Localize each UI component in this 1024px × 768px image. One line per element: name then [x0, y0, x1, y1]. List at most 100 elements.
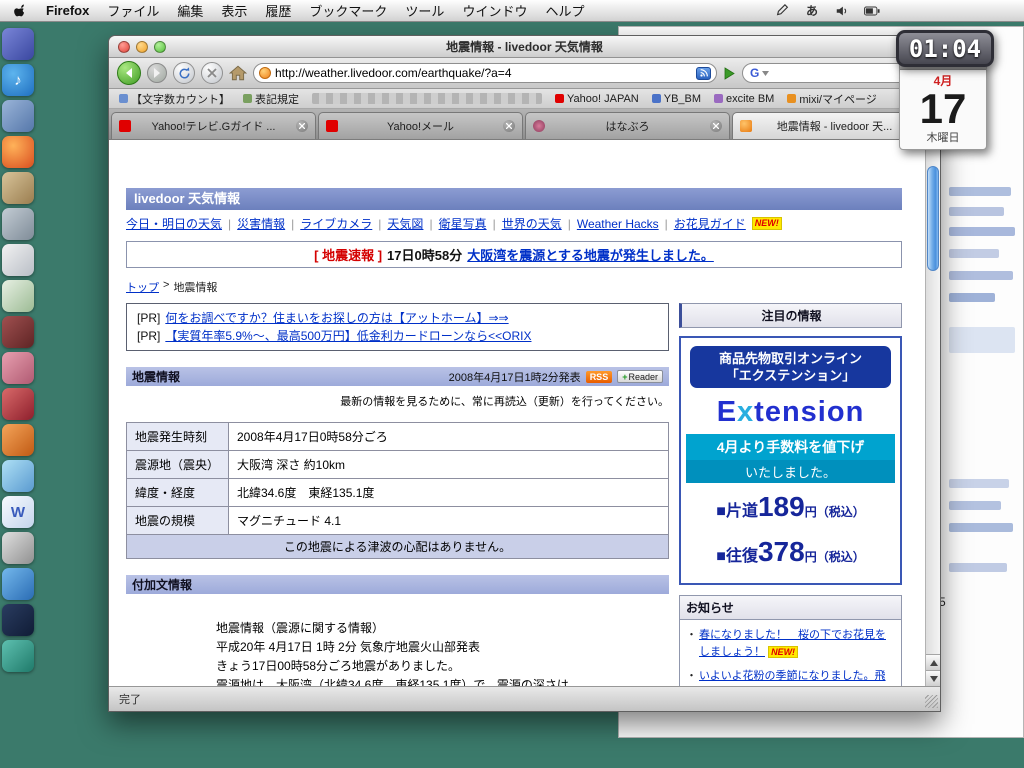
- pen-input-icon[interactable]: [774, 3, 790, 19]
- search-input[interactable]: [772, 66, 909, 80]
- back-button[interactable]: [117, 61, 141, 85]
- dock-icon-6[interactable]: [2, 208, 34, 240]
- featured-info-header: 注目の情報: [679, 303, 902, 328]
- ad-price-roundtrip: ■往復378円（税込）: [716, 536, 865, 567]
- dock-icon-5[interactable]: [2, 172, 34, 204]
- pr-link-orix[interactable]: 【実質年率5.9%〜、最高500万円】低金利カードローンなら<<ORIX: [165, 327, 531, 345]
- bookmark-item[interactable]: mixi/マイページ: [787, 91, 877, 107]
- zoom-window-button[interactable]: [154, 41, 166, 53]
- alert-link[interactable]: 大阪湾を震源とする地震が発生しました。: [467, 245, 714, 264]
- dock-icon-15[interactable]: [2, 532, 34, 564]
- scroll-down-button[interactable]: [926, 670, 940, 686]
- stop-button[interactable]: [201, 62, 223, 84]
- tab-close-button[interactable]: [710, 120, 722, 132]
- menu-file[interactable]: ファイル: [107, 1, 159, 20]
- apple-menu-icon[interactable]: [14, 3, 28, 18]
- bookmark-item[interactable]: Yahoo! JAPAN: [555, 93, 639, 105]
- menu-help[interactable]: ヘルプ: [545, 1, 584, 20]
- background-text-blur: [949, 523, 1013, 532]
- resize-grip[interactable]: [925, 695, 938, 708]
- window-titlebar[interactable]: 地震情報 - livedoor 天気情報: [109, 36, 940, 58]
- dock-icon-13[interactable]: [2, 460, 34, 492]
- background-text-blur: [949, 479, 1009, 488]
- menu-firefox[interactable]: Firefox: [46, 3, 89, 18]
- menu-view[interactable]: 表示: [221, 1, 247, 20]
- dock-icon-12[interactable]: [2, 424, 34, 456]
- close-window-button[interactable]: [118, 41, 130, 53]
- go-button[interactable]: [723, 66, 736, 80]
- ad-headline: 商品先物取引オンライン 「エクステンション」: [690, 346, 891, 388]
- tab-close-button[interactable]: [503, 120, 515, 132]
- ad-price-oneway: ■片道189円（税込）: [716, 491, 865, 522]
- battery-icon[interactable]: [864, 3, 880, 19]
- bookmark-item[interactable]: 表記規定: [243, 91, 299, 107]
- extension-logo: Extension: [716, 396, 865, 428]
- menu-tools[interactable]: ツール: [405, 1, 444, 20]
- navigation-toolbar: G: [109, 58, 940, 89]
- nav-link-hanami[interactable]: お花見ガイド: [674, 215, 746, 232]
- bookmark-item[interactable]: YB_BM: [651, 93, 701, 105]
- dock-icon-10[interactable]: [2, 352, 34, 384]
- nav-link-satellite[interactable]: 衛星写真: [439, 215, 487, 232]
- speaker-icon[interactable]: [834, 3, 850, 19]
- dock-icon-music[interactable]: ♪: [2, 64, 34, 96]
- menu-bookmarks[interactable]: ブックマーク: [309, 1, 387, 20]
- input-method-icon[interactable]: あ: [804, 3, 820, 19]
- forward-button[interactable]: [147, 63, 167, 83]
- rss-badge[interactable]: RSS: [585, 370, 613, 383]
- bookmark-item[interactable]: excite BM: [714, 93, 774, 105]
- extension-ad-banner[interactable]: 商品先物取引オンライン 「エクステンション」 Extension 4月より手数料…: [679, 336, 902, 585]
- home-button[interactable]: [229, 65, 247, 81]
- dock-icon-18[interactable]: [2, 640, 34, 672]
- notice-link-pollen[interactable]: いよいよ花粉の季節になりました。飛散情報で、万全の対策を！: [699, 668, 895, 686]
- bookmark-item[interactable]: 【文字数カウント】: [119, 91, 230, 107]
- background-text-blur: [949, 187, 1011, 196]
- paragraph-line: 平成20年 4月17日 1時 2分 気象庁地震火山部発表: [216, 640, 481, 654]
- menu-edit[interactable]: 編集: [177, 1, 203, 20]
- tab-close-button[interactable]: [296, 120, 308, 132]
- dock-icon-8[interactable]: [2, 280, 34, 312]
- dock-icon-7[interactable]: [2, 244, 34, 276]
- reload-button[interactable]: [173, 62, 195, 84]
- additional-section-header: 付加文情報: [126, 575, 669, 594]
- url-input[interactable]: [275, 66, 692, 80]
- dock-icon-16[interactable]: [2, 568, 34, 600]
- dock-icon-9[interactable]: [2, 316, 34, 348]
- bookmark-favicon: [119, 94, 128, 103]
- nav-link-weatherhacks[interactable]: Weather Hacks: [577, 217, 659, 231]
- vertical-scrollbar[interactable]: [925, 140, 940, 686]
- search-engine-icon[interactable]: G: [750, 66, 759, 80]
- tab-yahoo-mail[interactable]: Yahoo!メール: [318, 112, 523, 139]
- nav-link-weathermap[interactable]: 天気図: [387, 215, 423, 232]
- dock-icon-firefox[interactable]: [2, 136, 34, 168]
- rss-feed-icon[interactable]: [696, 66, 711, 80]
- tsunami-note-row: この地震による津波の心配はありません。: [126, 534, 669, 559]
- nav-link-today[interactable]: 今日・明日の天気: [126, 215, 222, 232]
- earthquake-alert-banner: [ 地震速報 ] 17日0時58分 大阪湾を震源とする地震が発生しました。: [126, 241, 902, 268]
- ad-promo-line: 4月より手数料を値下げ: [686, 434, 895, 460]
- alert-label: [ 地震速報 ]: [314, 248, 383, 263]
- pr-link-athome[interactable]: 何をお調べですか？住まいをお探しの方は【アットホーム】⇒⇒: [165, 309, 508, 327]
- nav-link-world[interactable]: 世界の天気: [502, 215, 562, 232]
- nav-link-livecam[interactable]: ライブカメラ: [300, 215, 372, 232]
- scrollbar-thumb[interactable]: [927, 166, 939, 271]
- menu-window[interactable]: ウインドウ: [462, 1, 527, 20]
- dock-icon-3[interactable]: [2, 100, 34, 132]
- tab-yahoo-tv[interactable]: Yahoo!テレビ.Gガイド ...: [111, 112, 316, 139]
- breadcrumb-home-link[interactable]: トップ: [126, 279, 159, 295]
- nav-link-disaster[interactable]: 災害情報: [237, 215, 285, 232]
- dock-icon-17[interactable]: [2, 604, 34, 636]
- tab-hanaburo[interactable]: はなぶろ: [525, 112, 730, 139]
- add-reader-button[interactable]: + Reader: [617, 370, 663, 383]
- main-column: [PR] 何をお調べですか？住まいをお探しの方は【アットホーム】⇒⇒ [PR] …: [126, 303, 669, 686]
- scroll-up-button[interactable]: [926, 654, 940, 670]
- dock-icon-11[interactable]: [2, 388, 34, 420]
- minimize-window-button[interactable]: [136, 41, 148, 53]
- row-value: 大阪湾 深さ 約10km: [228, 450, 669, 479]
- dock-icon-document[interactable]: W: [2, 496, 34, 528]
- bookmark-item-blurred[interactable]: [312, 93, 542, 104]
- menu-history[interactable]: 履歴: [265, 1, 291, 20]
- background-text-blur: [949, 327, 1015, 353]
- chevron-down-icon[interactable]: [762, 70, 770, 76]
- dock-icon-1[interactable]: [2, 28, 34, 60]
